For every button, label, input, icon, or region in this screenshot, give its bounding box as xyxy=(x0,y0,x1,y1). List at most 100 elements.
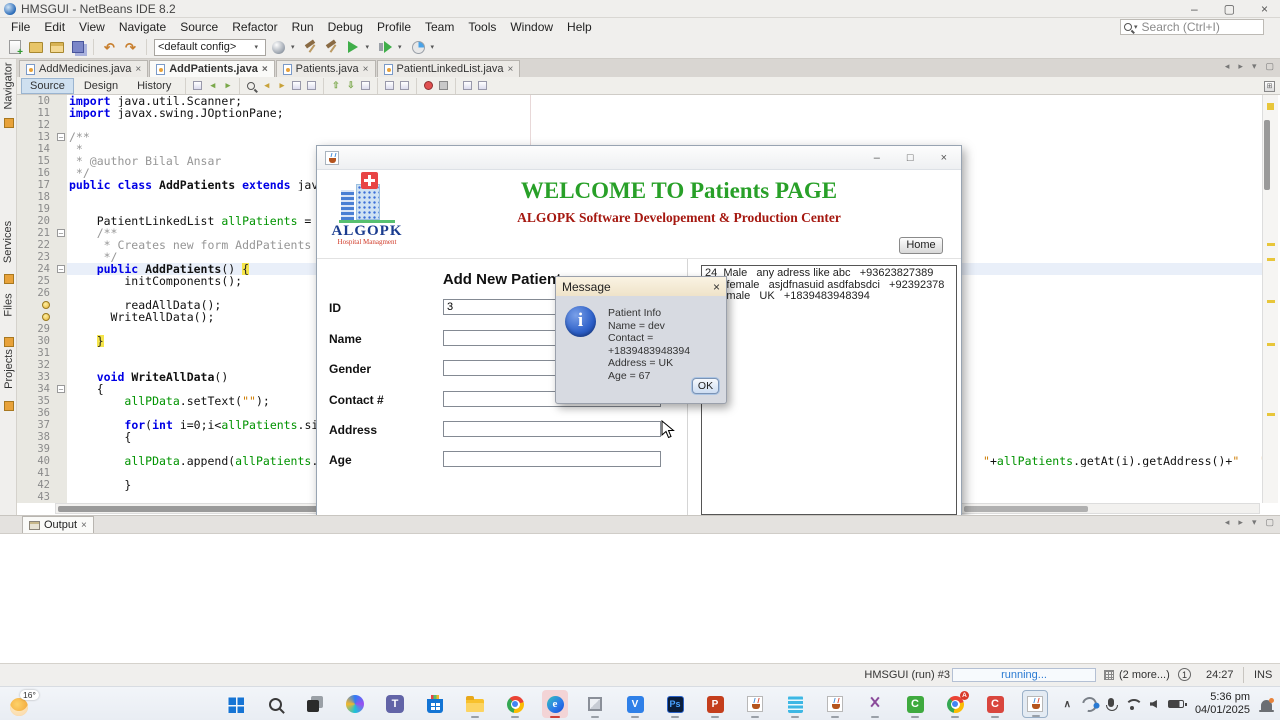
patients-textarea[interactable]: 24 Male any adress like abc +93623827389… xyxy=(701,265,957,515)
process-list-icon[interactable] xyxy=(1104,670,1114,680)
app-titlebar[interactable]: – □ × xyxy=(317,146,961,170)
view-button-source[interactable]: Source xyxy=(21,77,74,94)
scrollbar-thumb[interactable] xyxy=(1264,120,1270,190)
editor-tab-patients-java[interactable]: Patients.java × xyxy=(275,60,376,77)
close-icon[interactable]: × xyxy=(262,64,268,75)
line-number-gutter[interactable]: 19 xyxy=(17,203,55,215)
code-fold-gutter[interactable] xyxy=(55,95,67,107)
menu-run[interactable]: Run xyxy=(285,19,321,35)
code-fold-gutter[interactable] xyxy=(55,155,67,167)
toggle-bookmark-icon[interactable]: ⇩ xyxy=(344,79,357,92)
warning-mark[interactable] xyxy=(1267,413,1275,416)
code-fold-gutter[interactable] xyxy=(55,443,67,455)
code-fold-gutter[interactable] xyxy=(55,251,67,263)
indent-icon[interactable] xyxy=(398,79,411,92)
code-fold-gutter[interactable] xyxy=(55,479,67,491)
start-macro-icon[interactable] xyxy=(422,79,435,92)
menu-file[interactable]: File xyxy=(4,19,37,35)
code-line[interactable]: 10 import java.util.Scanner; xyxy=(17,95,1262,107)
microphone-icon[interactable] xyxy=(1105,698,1118,711)
sidebar-tab-files[interactable]: Files xyxy=(0,293,17,349)
file-explorer-icon[interactable] xyxy=(462,690,488,718)
code-fold-gutter[interactable] xyxy=(55,143,67,155)
line-number-gutter[interactable]: 33 xyxy=(17,371,55,383)
line-number-gutter[interactable]: 18 xyxy=(17,191,55,203)
debug-project-icon[interactable] xyxy=(377,39,394,56)
last-edit-icon[interactable] xyxy=(191,79,204,92)
notification-bell-icon[interactable] xyxy=(1259,698,1274,712)
line-number-gutter[interactable]: 31 xyxy=(17,347,55,359)
weather-widget[interactable]: 16° xyxy=(8,690,42,718)
powerpoint-icon[interactable]: P xyxy=(702,690,728,718)
editor-tab-addpatients-java[interactable]: AddPatients.java × xyxy=(149,60,275,77)
warning-mark[interactable] xyxy=(1267,258,1275,261)
line-number-gutter[interactable]: 17 xyxy=(17,179,55,191)
code-fold-gutter[interactable] xyxy=(55,203,67,215)
line-number-gutter[interactable]: 29 xyxy=(17,323,55,335)
wifi-icon[interactable] xyxy=(1125,699,1139,710)
editor-tab-patientlinkedlist-java[interactable]: PatientLinkedList.java × xyxy=(376,60,521,77)
line-number-gutter[interactable]: 40 xyxy=(17,455,55,467)
code-fold-gutter[interactable]: – xyxy=(55,131,67,143)
line-number-gutter[interactable]: 13 xyxy=(17,131,55,143)
warning-mark[interactable] xyxy=(1267,300,1275,303)
ok-button[interactable]: OK xyxy=(692,378,719,394)
find-next-icon[interactable]: ▸ xyxy=(275,79,288,92)
snipping-tool-icon[interactable] xyxy=(862,690,888,718)
code-fold-gutter[interactable] xyxy=(55,491,67,503)
build-project-icon[interactable] xyxy=(303,39,320,56)
close-icon[interactable]: × xyxy=(135,64,141,75)
minimize-icon[interactable]: – xyxy=(874,152,880,164)
undo-icon[interactable]: ↶ xyxy=(101,39,118,56)
menu-refactor[interactable]: Refactor xyxy=(225,19,284,35)
line-number-gutter[interactable]: 43 xyxy=(17,491,55,503)
line-number-gutter[interactable]: 34 xyxy=(17,383,55,395)
code-fold-gutter[interactable] xyxy=(55,119,67,131)
sidebar-tab-services[interactable]: Services xyxy=(0,221,17,286)
code-fold-gutter[interactable] xyxy=(55,371,67,383)
line-number-gutter[interactable]: 24 xyxy=(17,263,55,275)
line-number-gutter[interactable]: 16 xyxy=(17,167,55,179)
code-line[interactable]: 11 import javax.swing.JOptionPane; xyxy=(17,107,1262,119)
code-fold-gutter[interactable]: – xyxy=(55,383,67,395)
save-all-icon[interactable] xyxy=(69,39,86,56)
code-fold-gutter[interactable] xyxy=(55,179,67,191)
menu-tools[interactable]: Tools xyxy=(461,19,503,35)
maximize-icon[interactable]: ▢ xyxy=(1224,2,1235,16)
tab-scroll-controls[interactable]: ◂ ▸ ▾ ▢ xyxy=(1225,61,1274,72)
line-number-gutter[interactable]: 10 xyxy=(17,95,55,107)
warning-mark[interactable] xyxy=(1267,103,1274,110)
code-fold-gutter[interactable] xyxy=(55,395,67,407)
chrome-icon[interactable] xyxy=(502,690,528,718)
line-number-gutter[interactable]: 36 xyxy=(17,407,55,419)
split-editor-icon[interactable]: ⊞ xyxy=(1264,81,1275,92)
code-fold-gutter[interactable] xyxy=(55,323,67,335)
line-number-gutter[interactable]: 30 xyxy=(17,335,55,347)
run-project-icon[interactable] xyxy=(345,39,362,56)
c-green-icon[interactable]: C xyxy=(902,690,928,718)
line-number-gutter[interactable]: 38 xyxy=(17,431,55,443)
output-controls[interactable]: ◂ ▸ ▾ ▢ xyxy=(1225,517,1274,528)
menu-window[interactable]: Window xyxy=(503,19,560,35)
line-number-gutter[interactable]: 32 xyxy=(17,359,55,371)
notifications-icon[interactable]: 1 xyxy=(1178,668,1191,681)
code-fold-gutter[interactable] xyxy=(55,347,67,359)
menu-edit[interactable]: Edit xyxy=(37,19,72,35)
code-fold-gutter[interactable] xyxy=(55,287,67,299)
minimize-icon[interactable]: – xyxy=(1191,2,1198,16)
line-number-gutter[interactable]: 41 xyxy=(17,467,55,479)
next-bookmark-icon[interactable]: ⇧ xyxy=(329,79,342,92)
new-file-icon[interactable] xyxy=(6,39,23,56)
vscode-icon[interactable]: V xyxy=(622,690,648,718)
code-fold-gutter[interactable]: – xyxy=(55,227,67,239)
store-icon[interactable] xyxy=(422,690,448,718)
error-stripe[interactable] xyxy=(1262,95,1278,503)
fold-collapse-icon[interactable]: – xyxy=(57,133,65,141)
sidebar-tab-projects[interactable]: Projects xyxy=(0,349,17,413)
line-number-gutter[interactable] xyxy=(17,311,55,323)
code-fold-gutter[interactable] xyxy=(55,407,67,419)
line-number-gutter[interactable] xyxy=(17,299,55,311)
new-project-icon[interactable] xyxy=(27,39,44,56)
notepad-icon[interactable] xyxy=(782,690,808,718)
close-icon[interactable]: × xyxy=(508,64,514,75)
